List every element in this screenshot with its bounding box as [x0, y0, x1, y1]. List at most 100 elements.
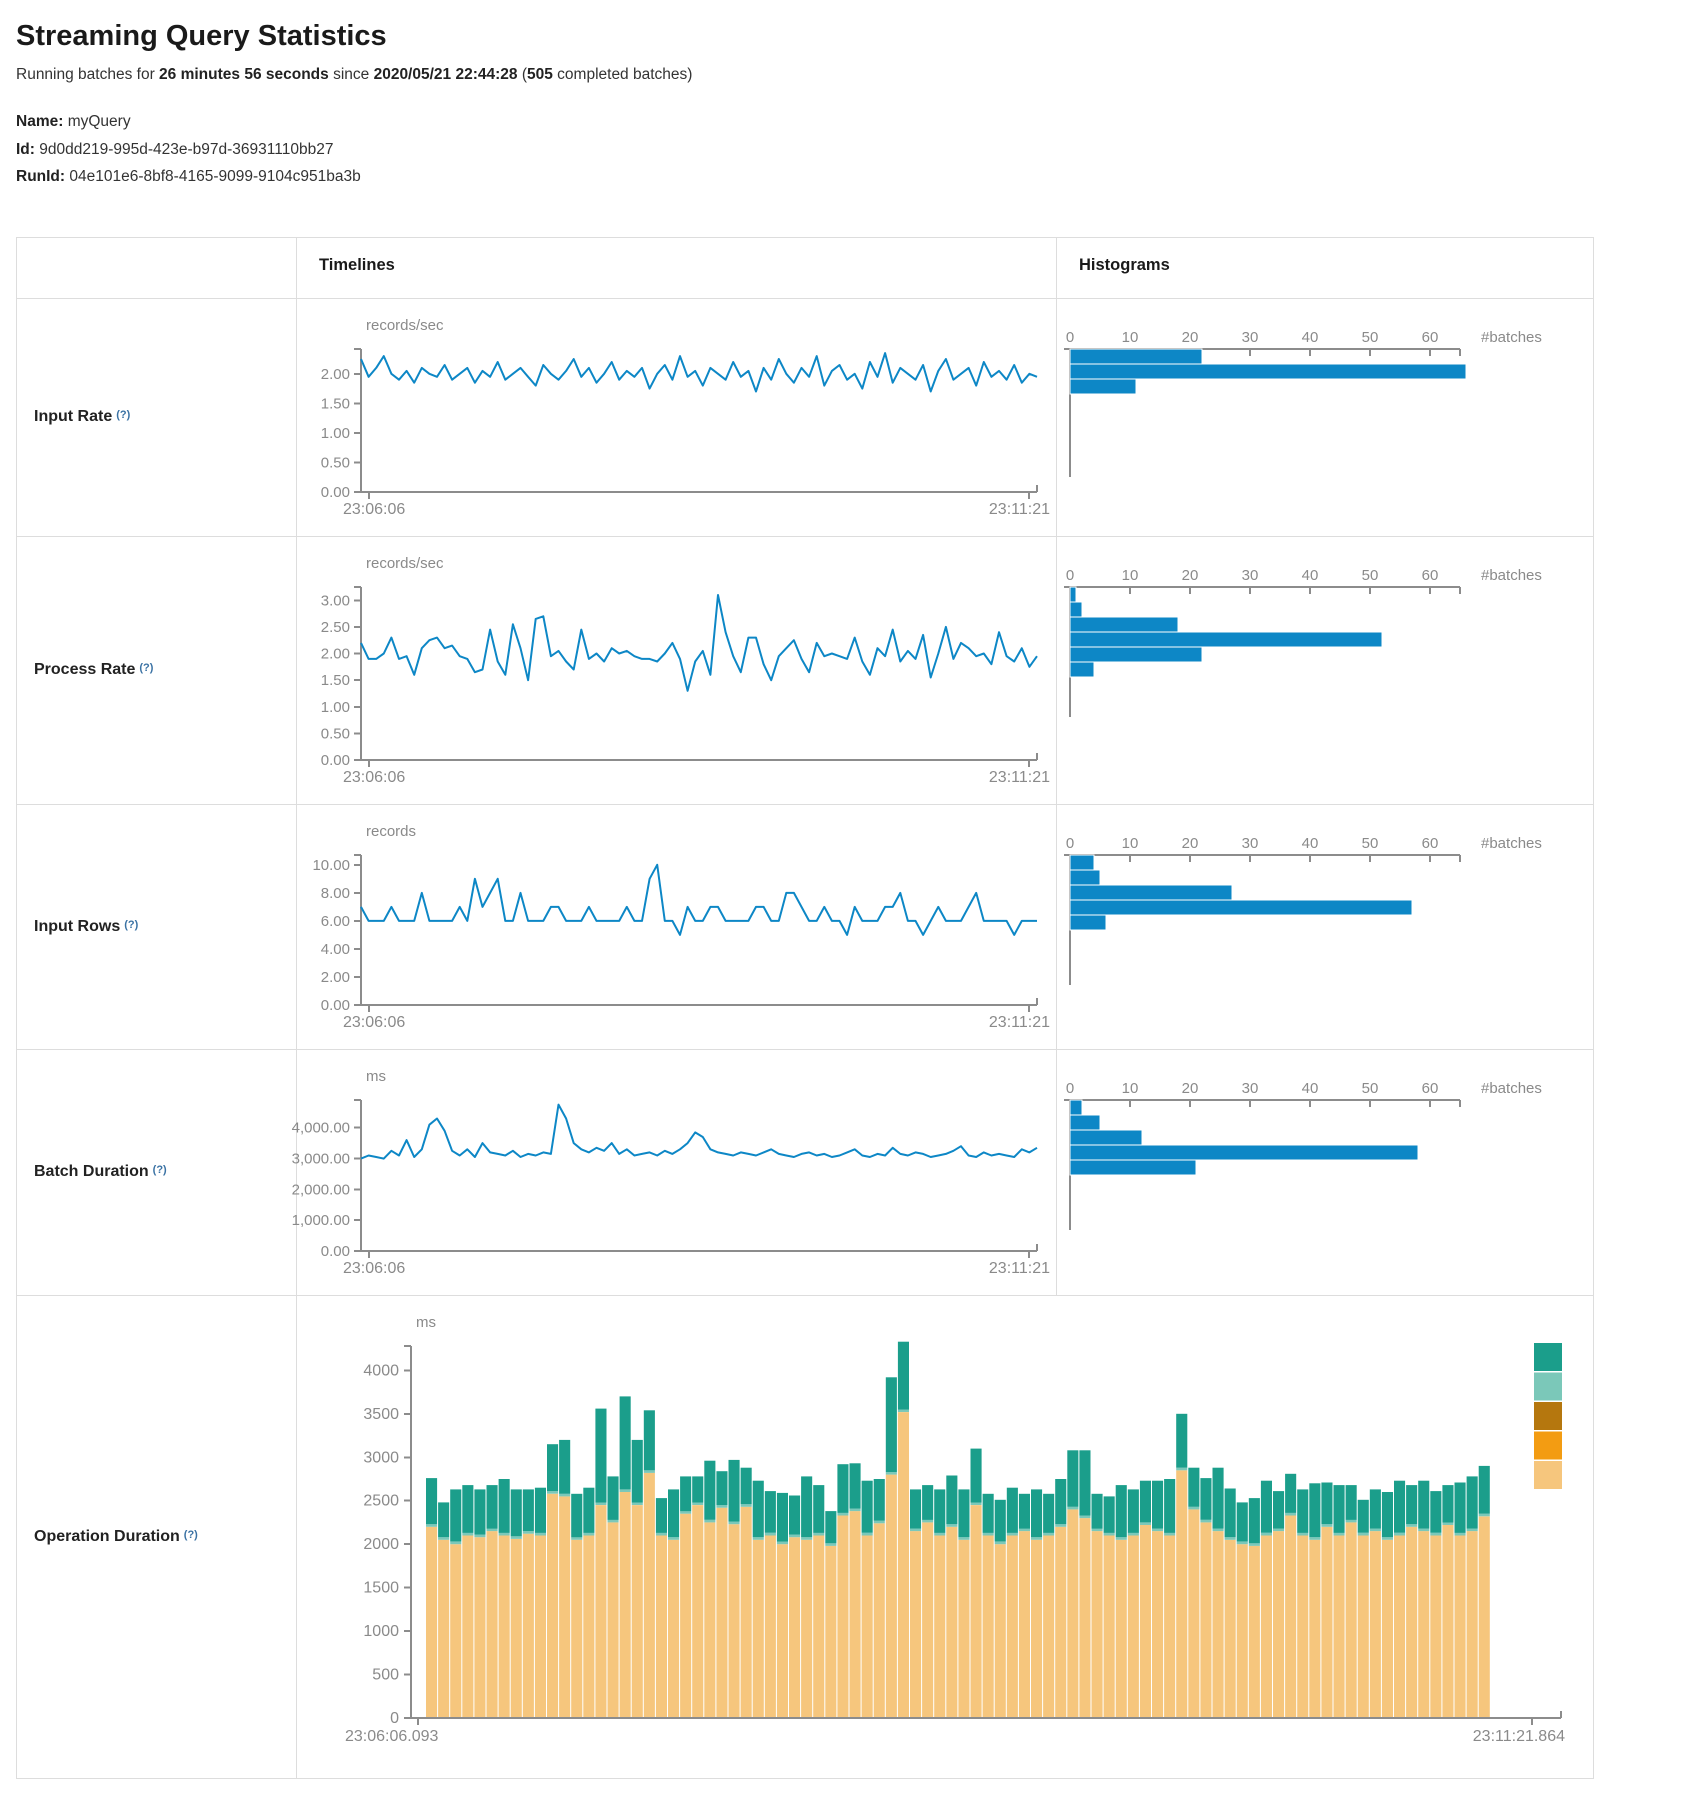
- timeline-series-line: [361, 1104, 1037, 1158]
- stacked-bar-segment-top: [426, 1478, 437, 1524]
- stacked-bar-segment-bottom: [644, 1472, 655, 1717]
- x-tick-label: 40: [1302, 1080, 1319, 1097]
- x-tick-label: 60: [1422, 329, 1439, 346]
- stacked-bar-segment-middle: [789, 1534, 800, 1537]
- x-tick-label: 50: [1362, 1080, 1379, 1097]
- x-tick-label: 50: [1362, 567, 1379, 584]
- stacked-bar-segment-middle: [1285, 1512, 1296, 1515]
- histogram-bar: [1070, 647, 1202, 662]
- stacked-bar-segment-top: [487, 1485, 498, 1529]
- stacked-bar-segment-middle: [1128, 1532, 1139, 1535]
- stacked-bar-segment-top: [1297, 1489, 1308, 1533]
- histogram-bar: [1070, 900, 1412, 915]
- stacked-bar-segment-top: [910, 1489, 921, 1528]
- stacked-bar-segment-top: [1067, 1450, 1078, 1507]
- stacked-bar-segment-middle: [499, 1532, 510, 1535]
- stacked-bar-segment-bottom: [523, 1533, 534, 1717]
- help-icon[interactable]: (?): [184, 1529, 198, 1541]
- stacked-bar-segment-middle: [910, 1528, 921, 1531]
- stacked-bar-segment-bottom: [910, 1531, 921, 1718]
- stacked-bar-segment-top: [1321, 1482, 1332, 1524]
- input-rate-timeline-chart: records/sec2.001.501.000.500.0023:06:062…: [297, 299, 1055, 537]
- y-axis-unit-label: ms: [366, 1068, 386, 1085]
- histogram-bar: [1070, 870, 1100, 885]
- stacked-bar-segment-bottom: [583, 1535, 594, 1718]
- stacked-bar-segment-top: [850, 1463, 861, 1508]
- stacked-bar-segment-middle: [1164, 1532, 1175, 1535]
- help-icon[interactable]: (?): [124, 919, 138, 931]
- stacked-bar-segment-bottom: [1019, 1531, 1030, 1718]
- stacked-bar-segment-bottom: [474, 1537, 485, 1718]
- stacked-bar-segment-bottom: [1079, 1518, 1090, 1718]
- stacked-bar-segment-top: [1164, 1479, 1175, 1533]
- stacked-bar-segment-middle: [1104, 1532, 1115, 1535]
- stacked-bar-segment-top: [583, 1487, 594, 1532]
- y-tick-label: 0.00: [321, 752, 350, 769]
- stacked-bar-segment-middle: [1358, 1532, 1369, 1535]
- stacked-bar-segment-bottom: [680, 1513, 691, 1717]
- stacked-bar-segment-bottom: [1394, 1535, 1405, 1718]
- stacked-bar-segment-bottom: [1213, 1531, 1224, 1718]
- stacked-bar-segment-bottom: [511, 1539, 522, 1718]
- help-icon[interactable]: (?): [153, 1164, 167, 1176]
- table-header-timelines: Timelines: [296, 238, 1056, 298]
- stacked-bar-segment-middle: [571, 1537, 582, 1540]
- stacked-bar-segment-bottom: [1321, 1526, 1332, 1717]
- x-tick-label: 0: [1066, 1080, 1074, 1097]
- stacked-bar-segment-middle: [1418, 1528, 1429, 1531]
- y-tick-label: 1.50: [321, 672, 350, 689]
- stacked-bar-segment-bottom: [934, 1535, 945, 1718]
- y-tick-label: 2000: [363, 1536, 399, 1553]
- stacked-bar-segment-bottom: [1406, 1526, 1417, 1717]
- stacked-bar-segment-top: [704, 1460, 715, 1519]
- stacked-bar-segment-bottom: [1140, 1525, 1151, 1718]
- stacked-bar-segment-middle: [1370, 1528, 1381, 1531]
- help-icon[interactable]: (?): [139, 662, 153, 674]
- stacked-bar-segment-middle: [1406, 1524, 1417, 1527]
- y-tick-label: 0.50: [321, 725, 350, 742]
- y-tick-label: 1500: [363, 1579, 399, 1596]
- operation-duration-cell: ms4000350030002500200015001000500023:06:…: [296, 1295, 1593, 1778]
- help-icon[interactable]: (?): [116, 409, 130, 421]
- batch-duration-histogram-chart: 0102030405060#batches: [1057, 1050, 1592, 1296]
- stacked-bar-segment-bottom: [1297, 1535, 1308, 1718]
- stacked-bar-segment-top: [632, 1439, 643, 1502]
- stacked-bar-segment-middle: [487, 1528, 498, 1531]
- x-tick-label: 40: [1302, 329, 1319, 346]
- x-tick-label: 0: [1066, 329, 1074, 346]
- stacked-bar-segment-top: [692, 1476, 703, 1502]
- stacked-bar-segment-bottom: [922, 1522, 933, 1718]
- stacked-bar-segment-top: [438, 1502, 449, 1537]
- stacked-bar-segment-top: [620, 1396, 631, 1489]
- stacked-bar-segment-top: [777, 1492, 788, 1541]
- stacked-bar-segment-middle: [1237, 1541, 1248, 1544]
- stacked-bar-segment-bottom: [1370, 1531, 1381, 1718]
- stacked-bar-segment-middle: [813, 1532, 824, 1535]
- stacked-bar-segment-bottom: [632, 1505, 643, 1718]
- y-tick-label: 0.00: [321, 997, 350, 1014]
- x-tick-label: 60: [1422, 567, 1439, 584]
- stacked-bar-segment-top: [1237, 1502, 1248, 1541]
- stacked-bar-segment-bottom: [1176, 1470, 1187, 1718]
- start-timestamp: 2020/05/21 22:44:28: [374, 66, 518, 83]
- stacked-bar-segment-top: [837, 1464, 848, 1513]
- histogram-bar: [1070, 1145, 1418, 1160]
- x-tick-label: 50: [1362, 329, 1379, 346]
- input-rate-histogram-chart: 0102030405060#batches: [1057, 299, 1592, 537]
- stacked-bar-segment-middle: [632, 1502, 643, 1505]
- y-tick-label: 2.00: [321, 645, 350, 662]
- input-rows-timeline-cell: records10.008.006.004.002.000.0023:06:06…: [296, 804, 1056, 1049]
- stacked-bar-segment-top: [1261, 1480, 1272, 1532]
- y-tick-label: 2.00: [321, 968, 350, 985]
- stacked-bar-segment-middle: [1116, 1537, 1127, 1540]
- batch-duration-timeline-cell: ms4,000.003,000.002,000.001,000.000.0023…: [296, 1049, 1056, 1295]
- stacked-bar-segment-middle: [995, 1541, 1006, 1544]
- stacked-bar-segment-top: [801, 1476, 812, 1537]
- histogram-bar: [1070, 379, 1136, 394]
- stacked-bar-segment-middle: [426, 1524, 437, 1527]
- stacked-bar-segment-bottom: [499, 1535, 510, 1718]
- subtitle-prefix: Running batches for: [16, 66, 159, 83]
- stacked-bar-segment-top: [1334, 1485, 1345, 1533]
- legend-swatch: [1534, 1431, 1562, 1459]
- stacked-bar-segment-middle: [1273, 1528, 1284, 1531]
